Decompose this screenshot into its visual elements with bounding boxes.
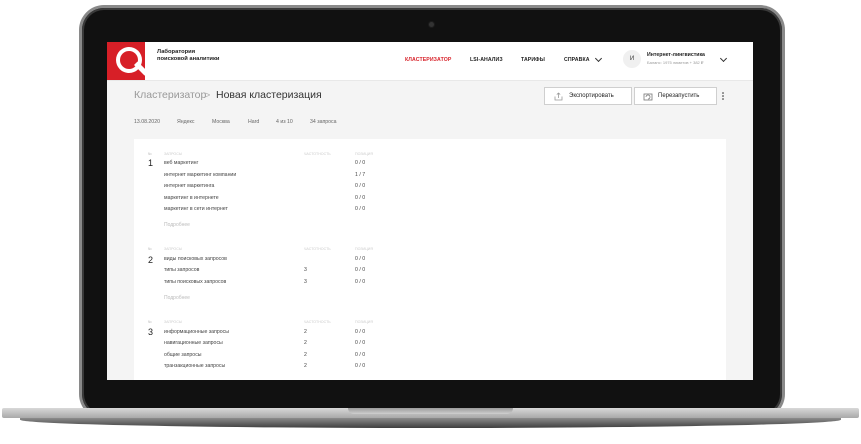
frequency-value: 2: [304, 363, 307, 369]
account-balance: Баланс: 1975 лимитов + 382 ₽: [647, 60, 704, 65]
meta-query-count: 34 запроса: [310, 119, 337, 125]
group-col-header: №: [148, 152, 152, 156]
more-options-icon[interactable]: [722, 92, 724, 101]
freq-col-header: ЧАСТОТНОСТЬ: [304, 152, 331, 156]
frequency-value: 2: [304, 340, 307, 346]
restart-button[interactable]: Перезапустить: [634, 87, 717, 105]
freq-col-header: ЧАСТОТНОСТЬ: [304, 320, 331, 324]
query-text: общие запросы: [164, 352, 202, 358]
nav-help[interactable]: СПРАВКА: [564, 57, 590, 63]
account-chevron-down-icon[interactable]: [719, 54, 728, 63]
group-number: 3: [148, 327, 154, 337]
restart-icon: [643, 93, 653, 101]
frequency-value: 2: [304, 329, 307, 335]
position-value: 0 / 0: [355, 329, 366, 335]
position-value: 0 / 0: [355, 279, 366, 285]
details-link[interactable]: Подробнее: [164, 295, 190, 301]
query-text: транзакционные запросы: [164, 363, 226, 369]
pos-col-header: ПОЗИЦИЯ: [355, 320, 373, 324]
pos-col-header: ПОЗИЦИЯ: [355, 152, 373, 156]
group-col-header: №: [148, 320, 152, 324]
query-text: виды поисковых запросов: [164, 256, 227, 262]
breadcrumb-root[interactable]: Кластеризатор: [134, 89, 206, 101]
query-text: интернет маркетинга: [164, 183, 215, 189]
app-screen: Лаборатория поисковой аналитики КЛАСТЕРИ…: [107, 42, 753, 380]
meta-region: Москва: [212, 119, 230, 125]
details-link[interactable]: Подробнее: [164, 222, 190, 228]
clusters-panel: № ЗАПРОСЫ ЧАСТОТНОСТЬ ПОЗИЦИЯ 1 веб марк…: [134, 139, 726, 380]
nav-clusterizer[interactable]: КЛАСТЕРИЗАТОР: [405, 57, 451, 63]
account-name[interactable]: Интернет-лингвистика: [647, 52, 705, 58]
top-header: Лаборатория поисковой аналитики КЛАСТЕРИ…: [107, 42, 753, 81]
export-label: Экспортировать: [569, 93, 614, 99]
position-value: 0 / 0: [355, 206, 366, 212]
meta-mode: Hard: [248, 119, 260, 125]
position-value: 0 / 0: [355, 195, 366, 201]
meta-date: 13.08.2020: [134, 119, 160, 125]
restart-label: Перезапустить: [658, 93, 700, 99]
query-col-header: ЗАПРОСЫ: [164, 247, 183, 251]
position-value: 0 / 0: [355, 160, 366, 166]
position-value: 0 / 0: [355, 363, 366, 369]
webcam-icon: [429, 22, 434, 27]
position-value: 0 / 0: [355, 267, 366, 273]
laptop-base: [0, 408, 861, 432]
trackpad-notch: [348, 408, 513, 414]
query-col-header: ЗАПРОСЫ: [164, 320, 183, 324]
nav-lsi-analysis[interactable]: LSI-АНАЛИЗ: [470, 57, 503, 63]
query-text: навигационные запросы: [164, 340, 223, 346]
breadcrumb-separator: >: [205, 90, 211, 100]
group-col-header: №: [148, 247, 152, 251]
freq-col-header: ЧАСТОТНОСТЬ: [304, 247, 331, 251]
query-text: маркетинг в интернете: [164, 195, 219, 201]
position-value: 1 / 7: [355, 172, 366, 178]
query-text: веб маркетинг: [164, 160, 199, 166]
meta-engine: Яндекс: [177, 119, 195, 125]
pos-col-header: ПОЗИЦИЯ: [355, 247, 373, 251]
frequency-value: 2: [304, 352, 307, 358]
frequency-value: 3: [304, 279, 307, 285]
export-button[interactable]: Экспортировать: [544, 87, 632, 105]
brand-logo-icon[interactable]: [107, 42, 145, 80]
group-number: 1: [148, 158, 154, 168]
frequency-value: 3: [304, 267, 307, 273]
meta-progress: 4 из 10: [276, 119, 293, 125]
query-text: типы поисковых запросов: [164, 279, 227, 285]
query-text: интернет маркетинг компании: [164, 172, 237, 178]
page-title: Новая кластеризация: [216, 89, 322, 101]
export-icon: [554, 92, 563, 101]
nav-tariffs[interactable]: ТАРИФЫ: [521, 57, 545, 63]
position-value: 0 / 0: [355, 340, 366, 346]
query-text: информационные запросы: [164, 329, 229, 335]
position-value: 0 / 0: [355, 352, 366, 358]
group-number: 2: [148, 255, 154, 265]
brand-name[interactable]: Лаборатория поисковой аналитики: [157, 49, 227, 64]
help-chevron-down-icon[interactable]: [594, 54, 603, 63]
position-value: 0 / 0: [355, 183, 366, 189]
avatar[interactable]: И: [623, 50, 641, 68]
query-text: маркетинг в сети интернет: [164, 206, 228, 212]
position-value: 0 / 0: [355, 256, 366, 262]
query-col-header: ЗАПРОСЫ: [164, 152, 183, 156]
query-text: типы запросов: [164, 267, 200, 273]
